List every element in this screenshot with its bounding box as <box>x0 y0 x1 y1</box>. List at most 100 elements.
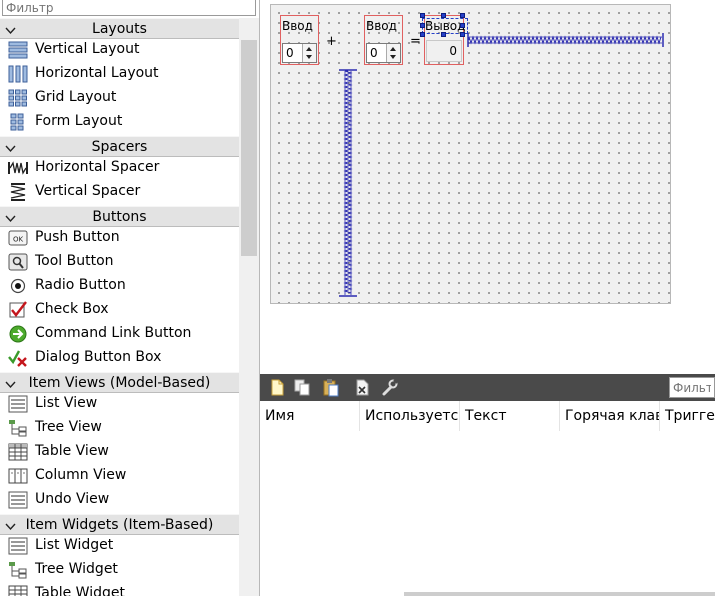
copy-action-icon[interactable] <box>293 378 311 397</box>
horizontal-spacer-icon <box>8 159 28 177</box>
widget-item[interactable]: Tree Widget <box>0 558 239 582</box>
category-label: Layouts <box>92 21 147 37</box>
spin-arrows-icon[interactable] <box>386 44 400 62</box>
plus-sign: + <box>326 34 337 49</box>
widget-item-label: Form Layout <box>35 113 123 129</box>
widget-item[interactable]: List Widget <box>0 534 239 558</box>
selection-handle[interactable] <box>460 13 465 18</box>
widget-item[interactable]: Radio Button <box>0 274 239 298</box>
widget-item-label: Push Button <box>35 229 120 245</box>
column-header-text[interactable]: Текст <box>460 401 560 431</box>
category-header[interactable]: Spacers <box>0 136 239 157</box>
widget-item[interactable]: Table View <box>0 440 239 464</box>
category-label: Spacers <box>91 139 148 155</box>
widget-item[interactable]: OK Push Button <box>0 226 239 250</box>
input1-value: 0 <box>286 46 294 60</box>
paste-action-icon[interactable] <box>322 378 340 397</box>
widget-item-label: Radio Button <box>35 277 126 293</box>
widget-item-label: List Widget <box>35 537 114 553</box>
widget-item-label: Horizontal Spacer <box>35 159 160 175</box>
undo-view-icon <box>8 491 28 509</box>
widget-item-label: Table View <box>35 443 109 459</box>
selection-handle[interactable] <box>420 32 425 37</box>
delete-action-icon[interactable] <box>353 378 371 397</box>
widget-item[interactable]: Table Widget <box>0 582 239 596</box>
widget-item-label: Vertical Spacer <box>35 183 141 199</box>
column-header-used[interactable]: Используется <box>360 401 460 431</box>
dialog-button-box-icon <box>8 349 28 367</box>
spin-arrows-icon[interactable] <box>302 44 316 62</box>
action-filter-input[interactable] <box>669 377 715 398</box>
check-box-icon <box>8 301 28 319</box>
category-header[interactable]: Item Widgets (Item-Based) <box>0 514 239 535</box>
category-header[interactable]: Layouts <box>0 18 239 39</box>
form-canvas[interactable]: Ввод 0 + Ввод 0 = Вывод 0 <box>270 4 671 304</box>
column-header-shortcut[interactable]: Горячая клавиша <box>560 401 660 431</box>
widget-item[interactable]: List View <box>0 392 239 416</box>
new-action-icon[interactable] <box>268 378 286 397</box>
horizontal-layout-icon <box>8 65 28 83</box>
output-value-display[interactable]: 0 <box>426 40 462 62</box>
input1-spinbox[interactable]: 0 <box>282 43 317 63</box>
configure-icon[interactable] <box>381 378 399 397</box>
widget-item-label: List View <box>35 395 98 411</box>
table-view-icon <box>8 443 28 461</box>
widget-box-scroll-thumb[interactable] <box>241 40 257 256</box>
column-header-name[interactable]: Имя <box>260 401 360 431</box>
widget-item-label: Vertical Layout <box>35 41 140 57</box>
category-header[interactable]: Item Views (Model-Based) <box>0 372 239 393</box>
column-header-trigger[interactable]: Триггер <box>660 401 715 431</box>
input1-label[interactable]: Ввод <box>282 19 313 33</box>
input2-label[interactable]: Ввод <box>366 19 397 33</box>
category-label: Item Widgets (Item-Based) <box>25 517 214 533</box>
table-widget-icon <box>8 585 28 596</box>
widget-item[interactable]: Command Link Button <box>0 322 239 346</box>
command-link-icon <box>8 325 28 343</box>
action-table-h-scrollbar[interactable] <box>404 592 715 596</box>
vertical-spacer[interactable] <box>338 69 358 297</box>
action-editor-toolbar <box>260 374 715 401</box>
horizontal-spacer[interactable] <box>467 32 665 48</box>
widget-filter-input[interactable] <box>2 0 256 16</box>
widget-item-label: Horizontal Layout <box>35 65 159 81</box>
widget-item-label: Command Link Button <box>35 325 192 341</box>
column-view-icon <box>8 467 28 485</box>
widget-item-label: Table Widget <box>35 585 125 596</box>
vertical-spacer-icon <box>8 183 28 201</box>
category-label: Buttons <box>92 209 147 225</box>
tree-widget-icon <box>8 561 28 579</box>
widget-item[interactable]: Undo View <box>0 488 239 512</box>
widget-item[interactable]: Tool Button <box>0 250 239 274</box>
widget-item[interactable]: Vertical Layout <box>0 38 239 62</box>
widget-item[interactable]: Dialog Button Box <box>0 346 239 370</box>
svg-text:OK: OK <box>13 236 24 244</box>
widget-item[interactable]: Horizontal Spacer <box>0 156 239 180</box>
selection-handle[interactable] <box>420 23 425 28</box>
list-widget-icon <box>8 537 28 555</box>
selection-handle[interactable] <box>460 32 465 37</box>
selection-handle[interactable] <box>420 13 425 18</box>
widget-item[interactable]: Form Layout <box>0 110 239 134</box>
widget-item[interactable]: Tree View <box>0 416 239 440</box>
widget-list: Layouts Vertical Layout Horizontal Layout G… <box>0 18 239 596</box>
widget-item[interactable]: Horizontal Layout <box>0 62 239 86</box>
widget-item-label: Tree Widget <box>35 561 118 577</box>
category-header[interactable]: Buttons <box>0 206 239 227</box>
vertical-layout-icon <box>8 41 28 59</box>
widget-item[interactable]: Vertical Spacer <box>0 180 239 204</box>
selection-handle[interactable] <box>441 32 446 37</box>
selection-handle[interactable] <box>441 13 446 18</box>
widget-item-label: Tree View <box>35 419 102 435</box>
tool-button-icon <box>8 253 28 271</box>
category-label: Item Views (Model-Based) <box>28 375 211 391</box>
widget-item-label: Column View <box>35 467 127 483</box>
radio-button-icon <box>8 277 28 295</box>
widget-item-label: Grid Layout <box>35 89 117 105</box>
widget-item[interactable]: Grid Layout <box>0 86 239 110</box>
input2-spinbox[interactable]: 0 <box>366 43 401 63</box>
widget-item[interactable]: Column View <box>0 464 239 488</box>
widget-item-label: Check Box <box>35 301 109 317</box>
widget-item[interactable]: Check Box <box>0 298 239 322</box>
widget-item-label: Tool Button <box>35 253 114 269</box>
selection-handle[interactable] <box>460 23 465 28</box>
